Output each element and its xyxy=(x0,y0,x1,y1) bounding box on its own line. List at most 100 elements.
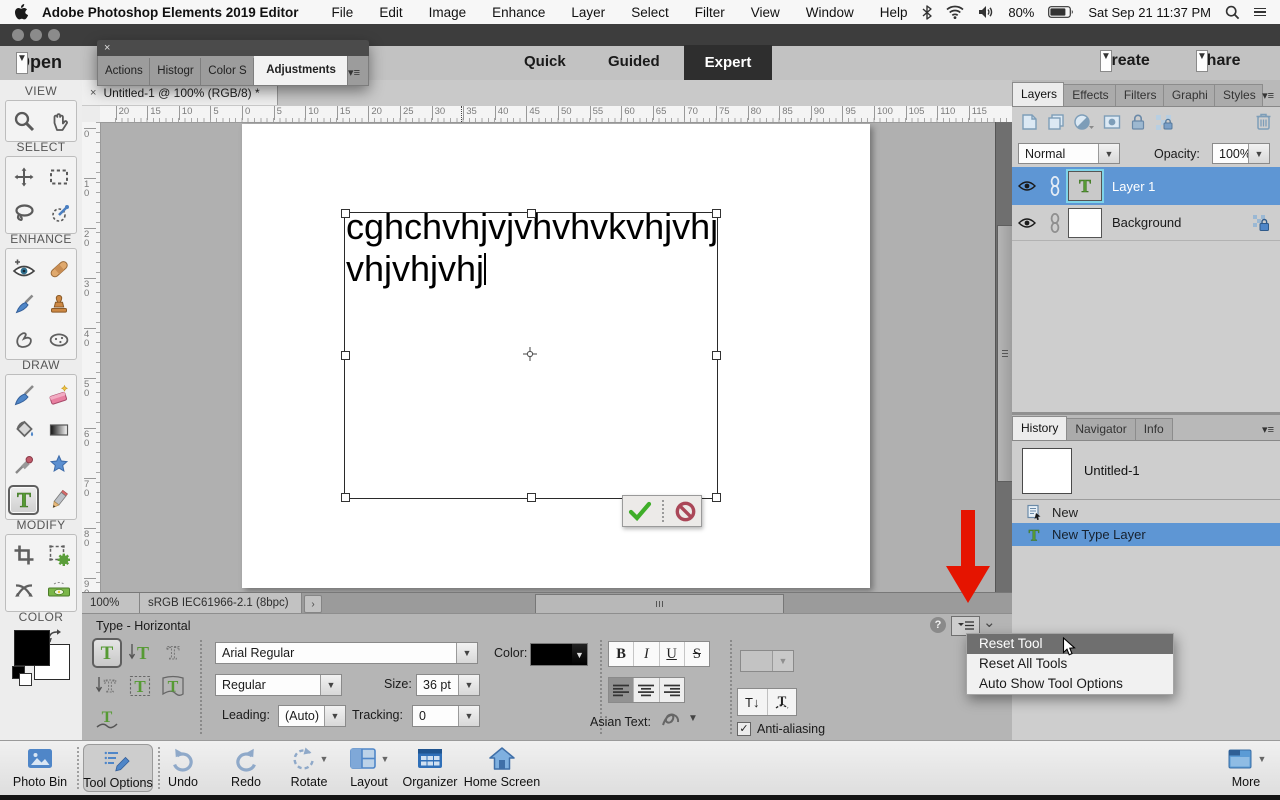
hand-tool-button[interactable] xyxy=(43,105,74,137)
commit-check-button[interactable] xyxy=(628,501,652,521)
panel-menu-icon[interactable]: ▾≡ xyxy=(1262,423,1274,436)
lasso-tool-button[interactable] xyxy=(8,197,39,229)
move-tool-button[interactable] xyxy=(8,161,39,193)
menubar-clock[interactable]: Sat Sep 21 11:37 PM xyxy=(1088,5,1211,20)
crop-tool-button[interactable] xyxy=(8,539,39,571)
redo-button[interactable]: Redo xyxy=(221,744,271,792)
menubar-menu-item[interactable]: Layer xyxy=(558,5,618,20)
status-expander-icon[interactable]: › xyxy=(304,595,322,613)
text-on-custom-path-tool-button[interactable]: T xyxy=(92,704,122,734)
wifi-icon[interactable] xyxy=(946,5,964,19)
blur-tool-button[interactable] xyxy=(8,323,39,355)
new-layer-icon[interactable] xyxy=(1019,112,1039,132)
layer-link-icon[interactable] xyxy=(1042,175,1068,197)
tool-options-button[interactable]: Tool Options xyxy=(83,744,153,792)
layer-row-layer1[interactable]: T Layer 1 xyxy=(1012,167,1280,205)
type-vertical-tool-button[interactable]: T xyxy=(125,638,155,668)
open-button[interactable]: Open ▼ xyxy=(16,51,62,74)
tracking-dropdown[interactable]: 0 ▼ xyxy=(412,705,480,727)
bluetooth-icon[interactable] xyxy=(922,4,933,20)
dropdown-arrow-icon[interactable]: ▼ xyxy=(1248,144,1269,163)
handle-middle-left[interactable] xyxy=(341,351,350,360)
home-screen-button[interactable]: Home Screen xyxy=(462,744,542,792)
rotate-button[interactable]: ▼ Rotate xyxy=(281,744,337,792)
share-button[interactable]: Share ▼ xyxy=(1196,50,1240,72)
bold-button[interactable]: B xyxy=(609,642,635,666)
help-icon[interactable]: ? xyxy=(930,617,946,633)
recompose-tool-button[interactable] xyxy=(43,539,74,571)
menubar-menu-item[interactable]: Image xyxy=(416,5,480,20)
tab-actions[interactable]: Actions xyxy=(98,58,151,85)
tab-effects[interactable]: Effects xyxy=(1063,84,1116,106)
rectangular-marquee-tool-button[interactable] xyxy=(43,161,74,193)
type-mask-horizontal-tool-button[interactable]: T xyxy=(158,638,188,668)
tab-info[interactable]: Info xyxy=(1134,418,1173,440)
delete-layer-trash-icon[interactable] xyxy=(1255,111,1272,131)
context-menu-item[interactable]: Auto Show Tool Options xyxy=(967,674,1173,694)
layer-link-icon[interactable] xyxy=(1042,212,1068,234)
spot-healing-brush-tool-button[interactable] xyxy=(43,253,74,285)
create-button[interactable]: Create ▼ xyxy=(1100,50,1150,72)
menubar-menu-item[interactable]: Select xyxy=(618,5,682,20)
panel-resize-divider[interactable] xyxy=(1012,412,1280,415)
more-button[interactable]: ▼ More xyxy=(1218,744,1274,792)
undo-button[interactable]: Undo xyxy=(158,744,208,792)
italic-button[interactable]: I xyxy=(634,642,660,666)
color-profile-field[interactable]: sRGB IEC61966-2.1 (8bpc) xyxy=(140,593,302,613)
smart-brush-tool-button[interactable] xyxy=(8,288,39,320)
horizontal-scrollbar-thumb[interactable] xyxy=(535,594,784,614)
tab-history[interactable]: History xyxy=(1012,416,1068,440)
font-size-dropdown[interactable]: 36 pt ▼ xyxy=(416,674,480,696)
handle-bottom-right[interactable] xyxy=(712,493,721,502)
vertical-scrollbar[interactable] xyxy=(995,122,1012,592)
tab-graphics[interactable]: Graphi xyxy=(1162,84,1216,106)
window-zoom-button[interactable] xyxy=(48,29,60,41)
floating-panel-titlebar[interactable]: × xyxy=(97,40,369,56)
straighten-tool-button[interactable] xyxy=(43,575,74,607)
leading-dropdown[interactable]: (Auto) ▼ xyxy=(278,705,346,727)
opacity-dropdown[interactable]: 100% ▼ xyxy=(1212,143,1270,164)
dropdown-arrow-icon[interactable]: ▼ xyxy=(456,643,477,663)
document-canvas[interactable]: cghchvhjvjvhvhvkvhjvhj vhjvhjvhj xyxy=(242,124,870,588)
volume-icon[interactable] xyxy=(978,5,994,19)
warp-text-button[interactable]: T xyxy=(768,689,797,715)
menubar-menu-item[interactable]: Edit xyxy=(366,5,415,20)
tab-styles[interactable]: Styles xyxy=(1214,84,1264,106)
layer-thumbnail[interactable]: T xyxy=(1066,169,1104,203)
lock-transparency-icon[interactable] xyxy=(1154,112,1174,132)
type-mask-vertical-tool-button[interactable]: T xyxy=(92,671,122,701)
organizer-button[interactable]: Organizer xyxy=(399,744,461,792)
layer-name[interactable]: Background xyxy=(1112,215,1181,230)
layout-dropdown-arrow-icon[interactable]: ▼ xyxy=(381,754,390,764)
asian-text-dropdown-arrow-icon[interactable]: ▼ xyxy=(688,713,698,724)
foreground-color-swatch[interactable] xyxy=(14,630,50,666)
tab-adjustments[interactable]: Adjustments xyxy=(254,56,349,85)
zoom-tool-button[interactable] xyxy=(8,105,39,137)
history-snapshot-name[interactable]: Untitled-1 xyxy=(1084,463,1140,478)
type-tool-button[interactable]: T xyxy=(8,484,39,515)
tab-expert[interactable]: Expert xyxy=(684,45,772,80)
tab-histogram[interactable]: Histogr xyxy=(150,58,202,85)
apple-menu-icon[interactable] xyxy=(14,4,28,20)
dropdown-arrow-icon[interactable]: ▼ xyxy=(572,644,587,665)
menubar-menu-item[interactable]: File xyxy=(319,5,367,20)
gradient-tool-button[interactable] xyxy=(43,414,74,446)
font-style-dropdown[interactable]: Regular ▼ xyxy=(215,674,342,696)
layer-row-background[interactable]: Background xyxy=(1012,205,1280,241)
align-left-button[interactable] xyxy=(609,678,635,702)
align-center-button[interactable] xyxy=(634,678,660,702)
tab-layers[interactable]: Layers xyxy=(1012,82,1065,106)
photo-bin-button[interactable]: Photo Bin xyxy=(8,744,72,792)
sponge-tool-button[interactable] xyxy=(43,323,74,355)
more-dropdown-arrow-icon[interactable]: ▼ xyxy=(1258,754,1267,764)
eraser-tool-button[interactable] xyxy=(43,379,74,411)
type-horizontal-tool-button[interactable]: T xyxy=(92,638,122,668)
history-snapshot-thumbnail[interactable] xyxy=(1022,448,1072,494)
window-minimize-button[interactable] xyxy=(30,29,42,41)
lock-all-icon[interactable] xyxy=(1129,112,1147,132)
document-close-icon[interactable]: × xyxy=(90,87,96,99)
anti-aliasing-checkbox[interactable]: ✓ xyxy=(737,722,751,736)
menubar-menu-item[interactable]: View xyxy=(738,5,793,20)
window-close-button[interactable] xyxy=(12,29,24,41)
menubar-menu-item[interactable]: Window xyxy=(793,5,867,20)
